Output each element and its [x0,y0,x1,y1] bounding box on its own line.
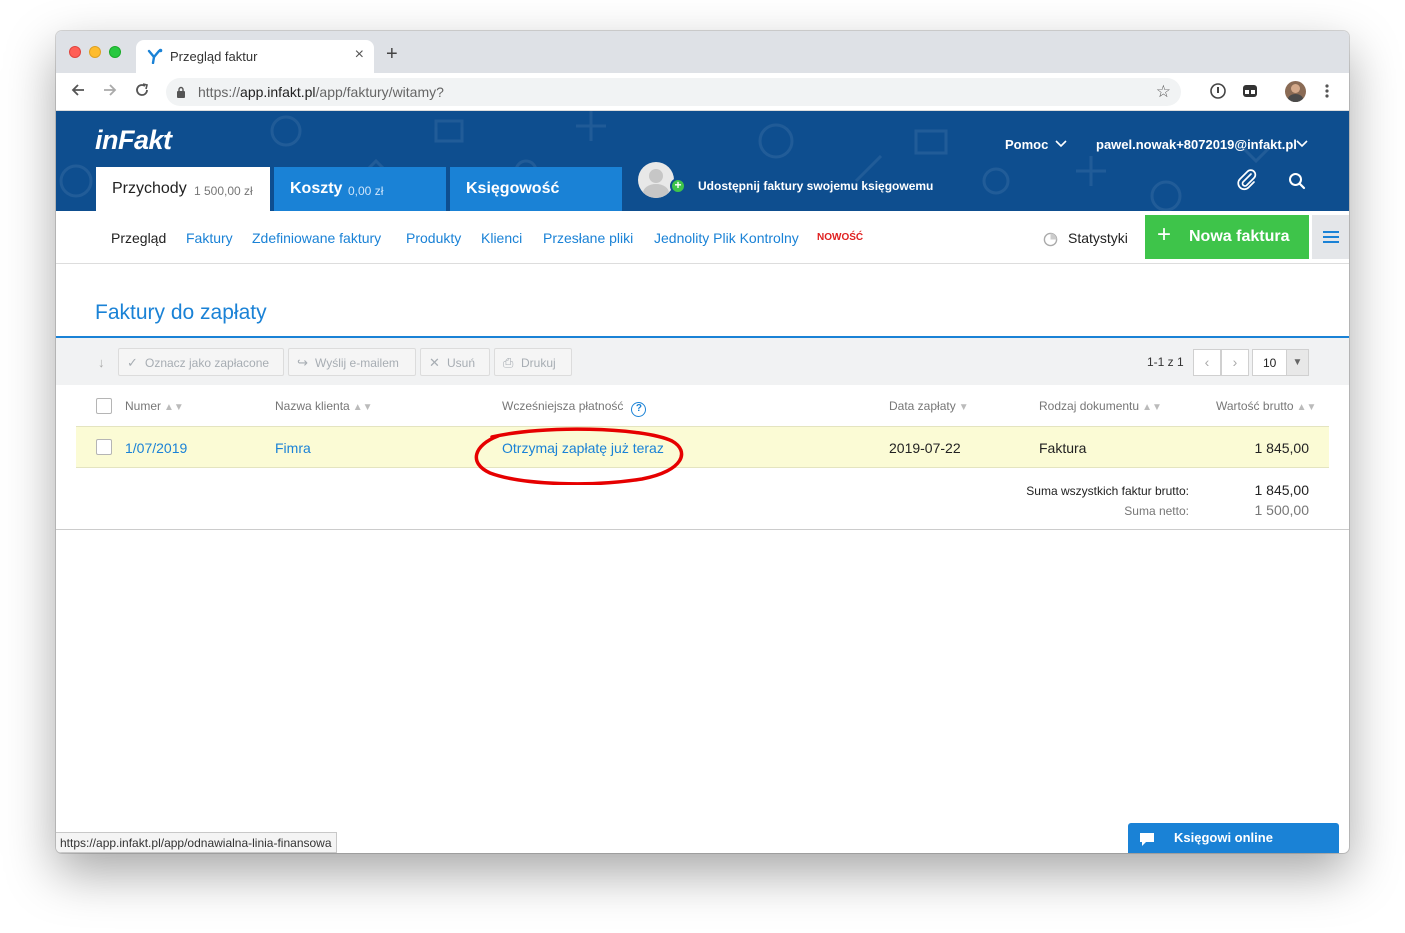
client-name-link[interactable]: Fimra [275,440,311,456]
tab-amount: 0,00 zł [348,184,384,198]
next-page-button[interactable]: › [1221,349,1249,376]
close-icon: ✕ [429,355,440,370]
tab-label: Księgowość [466,180,560,197]
per-page-select[interactable]: 10 ▼ [1252,349,1309,376]
new-invoice-label: Nowa faktura [1189,228,1290,245]
pagination-info: 1-1 z 1 [1147,355,1184,369]
infakt-logo[interactable]: inFakt [95,125,172,156]
extension-info-icon[interactable] [1209,82,1227,100]
action-bar: ↓ ✓ Oznacz jako zapłacone ↪ Wyślij e-mai… [56,338,1349,385]
help-icon[interactable]: ? [631,402,647,417]
browser-tab[interactable]: Przegląd faktur × [136,40,374,73]
tab-strip: Przegląd faktur × + [56,31,1349,73]
chevron-down-icon[interactable] [1055,138,1067,148]
subnav-przeglad[interactable]: Przegląd [111,230,166,246]
payment-date: 2019-07-22 [889,440,961,456]
share-with-accountant-link[interactable]: Udostępnij faktury swojemu księgowemu [698,179,933,193]
subnav-jpk[interactable]: Jednolity Plik Kontrolny [654,230,799,246]
sub-navigation: Przegląd Faktury Zdefiniowane faktury Pr… [56,211,1349,264]
browser-toolbar: https://app.infakt.pl/app/faktury/witamy… [56,73,1349,111]
address-bar[interactable]: https://app.infakt.pl/app/faktury/witamy… [166,78,1181,106]
search-icon[interactable] [1288,172,1306,190]
subnav-faktury[interactable]: Faktury [186,230,233,246]
send-email-button[interactable]: ↪ Wyślij e-mailem [288,348,416,376]
total-net-value: 1 500,00 [1254,502,1310,518]
user-account-menu[interactable]: pawel.nowak+8072019@infakt.pl [1096,137,1297,152]
invoice-number-link[interactable]: 1/07/2019 [125,440,187,456]
tab-title: Przegląd faktur [170,49,258,64]
column-header-data[interactable]: Data zapłaty ▼ [889,399,969,413]
url-text: https://app.infakt.pl/app/faktury/witamy… [198,84,444,100]
chat-bubble-icon [1140,833,1154,846]
infakt-favicon-icon [147,48,163,64]
maximize-window-button[interactable] [109,46,121,58]
tab-close-icon[interactable]: × [355,46,364,64]
subnav-przeslane-pliki[interactable]: Przesłane pliki [543,230,633,246]
chevron-down-icon: ▼ [1286,350,1308,375]
paperclip-icon[interactable] [1236,169,1258,191]
forward-arrow-icon[interactable] [102,82,118,98]
browser-menu-icon[interactable] [1318,82,1336,100]
forward-icon: ↪ [297,355,308,370]
reload-icon[interactable] [134,82,150,98]
column-header-wartosc[interactable]: Wartość brutto ▲▼ [1216,399,1316,413]
app-header: inFakt Pomoc pawel.nowak+8072019@infakt.… [56,111,1349,211]
new-badge: NOWOŚĆ [817,232,864,243]
chevron-down-icon[interactable] [1296,138,1308,148]
minimize-window-button[interactable] [89,46,101,58]
tab-koszty[interactable]: Koszty 0,00 zł [274,167,446,211]
tab-amount: 1 500,00 zł [194,184,253,198]
add-accountant-icon[interactable]: + [670,178,686,194]
statistics-link[interactable]: Statystyki [1068,230,1128,246]
document-type: Faktura [1039,440,1087,456]
new-invoice-button[interactable]: + Nowa faktura [1145,215,1309,259]
print-button[interactable]: ⎙ Drukuj [494,348,572,376]
prev-page-button[interactable]: ‹ [1193,349,1221,376]
total-net-label: Suma netto: [1124,504,1189,518]
subnav-zdefiniowane-faktury[interactable]: Zdefiniowane faktury [252,230,381,246]
check-icon: ✓ [127,355,138,370]
row-checkbox[interactable] [96,439,112,455]
help-menu[interactable]: Pomoc [1005,137,1048,152]
column-header-klient[interactable]: Nazwa klienta ▲▼ [275,399,373,413]
total-gross-value: 1 845,00 [1254,482,1310,498]
close-window-button[interactable] [69,46,81,58]
tab-label: Koszty [290,180,343,197]
select-all-checkbox[interactable] [96,398,112,414]
total-gross-label: Suma wszystkich faktur brutto: [1026,484,1189,498]
extension-icon[interactable] [1241,82,1259,100]
tab-przychody[interactable]: Przychody 1 500,00 zł [96,167,270,211]
status-bar-url: https://app.infakt.pl/app/odnawialna-lin… [56,832,337,853]
column-header-platnosc: Wcześniejsza płatność? [502,399,647,417]
content-divider [56,529,1349,530]
profile-avatar[interactable] [1285,81,1306,102]
delete-button[interactable]: ✕ Usuń [420,348,490,376]
subnav-produkty[interactable]: Produkty [406,230,461,246]
new-tab-button[interactable]: + [386,44,398,64]
pie-chart-icon[interactable] [1043,232,1058,247]
column-header-numer[interactable]: Numer ▲▼ [125,399,184,413]
printer-icon: ⎙ [503,355,514,370]
lock-icon [177,86,185,98]
chat-label: Księgowi online [1174,830,1273,845]
hamburger-menu-icon[interactable] [1312,215,1349,259]
column-header-rodzaj[interactable]: Rodzaj dokumentu ▲▼ [1039,399,1162,413]
accountant-avatar-icon[interactable] [638,162,674,198]
tab-label: Przychody [112,180,187,197]
mark-paid-button[interactable]: ✓ Oznacz jako zapłacone [118,348,284,376]
chat-widget-button[interactable]: Księgowi online [1128,823,1339,853]
table-row[interactable]: 1/07/2019 Fimra Otrzymaj zapłatę już ter… [76,426,1329,468]
bookmark-star-icon[interactable]: ☆ [1156,82,1171,102]
subnav-klienci[interactable]: Klienci [481,230,522,246]
page-title: Faktury do zapłaty [95,301,267,324]
back-arrow-icon[interactable] [70,82,86,98]
bulk-select-arrow-icon: ↓ [98,355,105,370]
tab-ksiegowosc[interactable]: Księgowość [450,167,622,211]
gross-value: 1 845,00 [1254,440,1310,456]
plus-icon: + [1157,221,1172,248]
red-highlight-oval [474,427,684,485]
browser-window: Przegląd faktur × + https://app.infakt.p… [56,31,1349,853]
